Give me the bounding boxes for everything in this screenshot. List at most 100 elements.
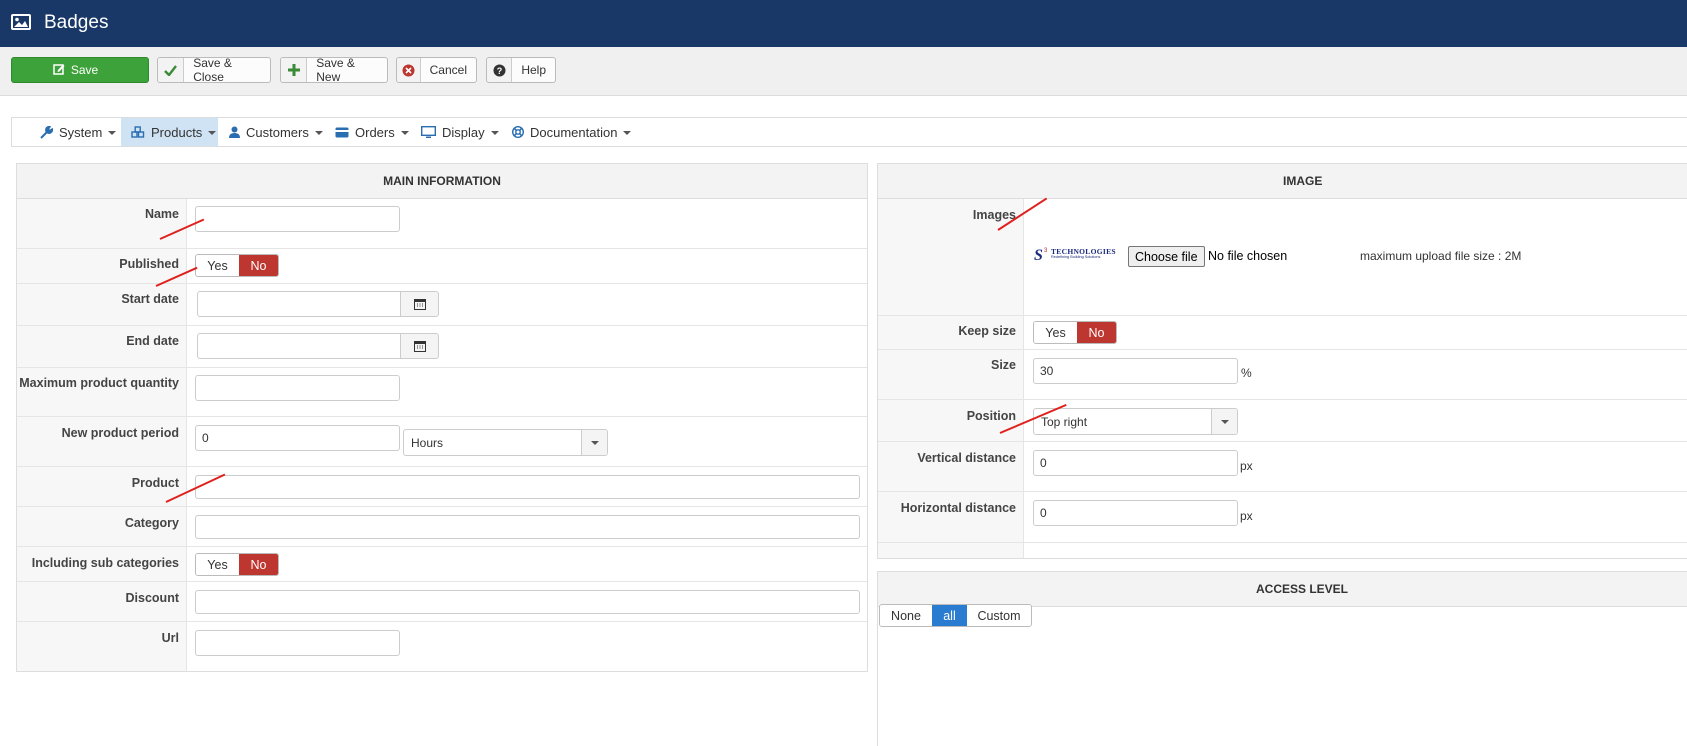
- menu-customers[interactable]: Customers: [229, 118, 323, 146]
- edit-icon: [53, 63, 65, 78]
- position-select[interactable]: Top right: [1033, 408, 1238, 435]
- menu-system[interactable]: System: [40, 118, 117, 146]
- position-row: Position Top right: [878, 400, 1687, 442]
- image-panel: IMAGE Images S3 TECHNOLOGIES Redefining …: [877, 163, 1687, 559]
- new-period-unit-select[interactable]: Hours: [403, 429, 608, 456]
- max-upload-text: maximum upload file size : 2M: [1360, 249, 1522, 263]
- wrench-icon: [40, 125, 53, 139]
- main-information-heading: MAIN INFORMATION: [17, 164, 867, 199]
- images-row: Images S3 TECHNOLOGIES Redefining Buildi…: [878, 199, 1687, 316]
- end-date-row: End date: [17, 326, 867, 368]
- plus-icon: [281, 58, 308, 82]
- vertical-distance-row: Vertical distance 0 px: [878, 442, 1687, 492]
- horizontal-distance-unit: px: [1240, 509, 1253, 523]
- page-title: Badges: [44, 12, 109, 33]
- max-quantity-input[interactable]: [195, 375, 400, 401]
- card-icon: [335, 127, 349, 138]
- name-input[interactable]: [195, 206, 400, 232]
- sub-categories-label: Including sub categories: [31, 556, 179, 570]
- keep-size-yes[interactable]: Yes: [1034, 322, 1077, 343]
- url-input[interactable]: [195, 630, 400, 656]
- discount-input[interactable]: [195, 590, 860, 614]
- image-icon: [11, 14, 31, 30]
- url-label: Url: [161, 631, 179, 645]
- max-quantity-row: Maximum product quantity: [17, 368, 867, 417]
- choose-file-button[interactable]: Choose file: [1128, 246, 1205, 267]
- lifebuoy-icon: [512, 126, 524, 138]
- component-menu: System Products Customers Orders Display…: [11, 117, 1687, 147]
- start-date-label: Start date: [121, 292, 179, 306]
- sub-categories-row: Including sub categories Yes No: [17, 547, 867, 582]
- keep-size-row: Keep size Yes No: [878, 316, 1687, 350]
- discount-label: Discount: [125, 591, 179, 605]
- vertical-distance-input[interactable]: 0: [1033, 450, 1238, 476]
- sub-categories-toggle[interactable]: Yes No: [195, 553, 279, 576]
- discount-row: Discount: [17, 582, 867, 622]
- menu-orders[interactable]: Orders: [335, 118, 409, 146]
- menu-products[interactable]: Products: [121, 118, 218, 146]
- image-heading: IMAGE: [878, 164, 1687, 199]
- access-level-heading: ACCESS LEVEL: [878, 572, 1687, 607]
- keep-size-no[interactable]: No: [1077, 322, 1116, 343]
- published-no[interactable]: No: [239, 255, 278, 276]
- horizontal-distance-row: Horizontal distance 0 px: [878, 492, 1687, 543]
- save-new-button[interactable]: Save & New: [280, 56, 388, 84]
- sub-categories-yes[interactable]: Yes: [196, 554, 239, 575]
- menu-display[interactable]: Display: [421, 118, 499, 146]
- size-row: Size 30 %: [878, 350, 1687, 400]
- horizontal-distance-input[interactable]: 0: [1033, 500, 1238, 526]
- main-information-panel: MAIN INFORMATION Name Published Yes No S…: [16, 163, 868, 672]
- product-row: Product: [17, 467, 867, 507]
- help-button[interactable]: ? Help: [486, 57, 556, 83]
- toolbar: Save Save & Close Save & New Cancel ? He…: [0, 47, 1687, 96]
- end-date-input[interactable]: [197, 333, 402, 359]
- no-file-text: No file chosen: [1208, 249, 1288, 263]
- name-label: Name: [144, 207, 179, 221]
- images-label: Images: [972, 208, 1016, 222]
- menu-documentation[interactable]: Documentation: [512, 118, 632, 146]
- svg-text:?: ?: [496, 66, 502, 76]
- access-none-button[interactable]: None: [880, 605, 932, 626]
- category-row: Category: [17, 507, 867, 547]
- access-custom-button[interactable]: Custom: [967, 605, 1031, 626]
- product-input[interactable]: [195, 475, 860, 499]
- new-period-input[interactable]: 0: [195, 425, 400, 451]
- access-level-selector[interactable]: None all Custom: [879, 604, 1032, 627]
- cubes-icon: [131, 126, 145, 138]
- question-icon: ?: [487, 58, 513, 82]
- published-label: Published: [119, 257, 179, 271]
- cancel-button[interactable]: Cancel: [396, 57, 477, 83]
- url-row: Url: [17, 622, 867, 672]
- monitor-icon: [421, 126, 436, 138]
- keep-size-label: Keep size: [958, 324, 1016, 338]
- access-level-panel: ACCESS LEVEL None all Custom: [877, 571, 1687, 746]
- size-label: Size: [990, 358, 1016, 372]
- svg-text:S: S: [1034, 247, 1043, 263]
- start-date-input[interactable]: [197, 291, 402, 317]
- position-label: Position: [966, 409, 1016, 423]
- product-label: Product: [131, 476, 179, 490]
- calendar-icon[interactable]: [400, 291, 439, 317]
- vertical-distance-label: Vertical distance: [917, 451, 1016, 465]
- published-yes[interactable]: Yes: [196, 255, 239, 276]
- svg-text:3: 3: [1044, 248, 1048, 254]
- end-date-label: End date: [126, 334, 179, 348]
- new-period-label: New product period: [61, 426, 179, 440]
- size-unit: %: [1241, 366, 1252, 380]
- name-row: Name: [17, 199, 867, 249]
- access-all-button[interactable]: all: [932, 605, 967, 626]
- start-date-row: Start date: [17, 284, 867, 326]
- size-input[interactable]: 30: [1033, 358, 1238, 384]
- published-row: Published Yes No: [17, 249, 867, 284]
- vertical-distance-unit: px: [1240, 459, 1253, 473]
- sub-categories-no[interactable]: No: [239, 554, 278, 575]
- calendar-icon[interactable]: [400, 333, 439, 359]
- category-input[interactable]: [195, 515, 860, 539]
- chevron-down-icon: [1211, 409, 1237, 434]
- published-toggle[interactable]: Yes No: [195, 254, 279, 277]
- horizontal-distance-label: Horizontal distance: [900, 501, 1016, 515]
- save-close-button[interactable]: Save & Close: [157, 56, 271, 84]
- save-button[interactable]: Save: [11, 57, 149, 83]
- user-icon: [229, 126, 240, 138]
- keep-size-toggle[interactable]: Yes No: [1033, 321, 1117, 344]
